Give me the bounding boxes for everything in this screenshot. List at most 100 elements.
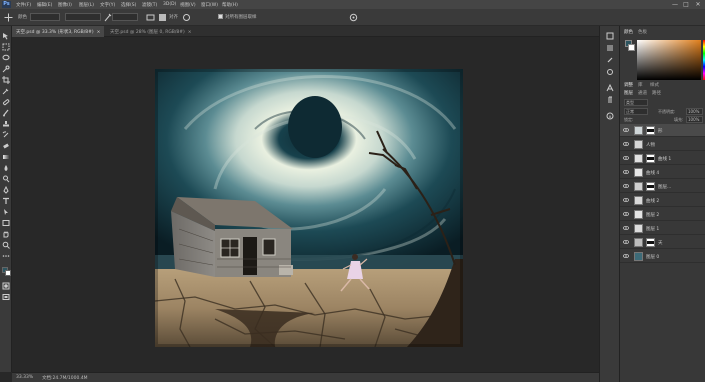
- brush-size-field[interactable]: [30, 13, 60, 21]
- layer-row[interactable]: 图层 0: [620, 250, 705, 263]
- tab-channels[interactable]: 通道: [638, 90, 647, 96]
- menu-layer[interactable]: 图层(L): [79, 2, 94, 8]
- pressure-icon[interactable]: [349, 13, 358, 22]
- layer-row[interactable]: 曲线 2: [620, 194, 705, 207]
- eyedropper-tool[interactable]: [2, 87, 10, 95]
- close-tab-icon[interactable]: ×: [97, 30, 101, 35]
- move-tool-icon[interactable]: [4, 13, 13, 22]
- visibility-eye-icon[interactable]: [623, 127, 629, 133]
- layer-thumbnail[interactable]: [634, 252, 643, 261]
- properties-panel-icon[interactable]: [606, 44, 614, 52]
- history-brush-tool[interactable]: [2, 131, 10, 139]
- clone-source-panel-icon[interactable]: [606, 68, 614, 76]
- crop-tool[interactable]: [2, 76, 10, 84]
- visibility-eye-icon[interactable]: [623, 239, 629, 245]
- marquee-tool[interactable]: [2, 43, 10, 51]
- paragraph-panel-icon[interactable]: [606, 96, 614, 104]
- aligned-icon[interactable]: [146, 13, 155, 22]
- menu-view[interactable]: 视图(V): [180, 2, 196, 8]
- visibility-eye-icon[interactable]: [623, 211, 629, 217]
- zoom-tool[interactable]: [2, 241, 10, 249]
- layer-thumbnail[interactable]: [634, 168, 643, 177]
- visibility-eye-icon[interactable]: [623, 141, 629, 147]
- visibility-eye-icon[interactable]: [623, 183, 629, 189]
- sample-all-layers-checkbox[interactable]: [218, 14, 223, 19]
- panel-background-swatch[interactable]: [628, 44, 635, 51]
- layer-thumbnail[interactable]: [634, 224, 643, 233]
- menu-type[interactable]: 文字(Y): [100, 2, 115, 8]
- visibility-eye-icon[interactable]: [623, 253, 629, 259]
- document-canvas[interactable]: [155, 69, 463, 347]
- shape-tool[interactable]: [2, 219, 10, 227]
- aligned-toggle-icon[interactable]: [158, 13, 167, 22]
- layer-thumbnail[interactable]: [634, 140, 643, 149]
- layer-row[interactable]: 天: [620, 236, 705, 249]
- minimize-button[interactable]: —: [670, 1, 680, 8]
- menu-filter[interactable]: 滤镜(T): [142, 2, 157, 8]
- close-tab-icon[interactable]: ×: [188, 30, 192, 35]
- layer-row[interactable]: 图层 2: [620, 208, 705, 221]
- menu-file[interactable]: 文件(F): [16, 2, 31, 8]
- tab-adjustments[interactable]: 调整: [624, 82, 633, 88]
- info-panel-icon[interactable]: [606, 112, 614, 120]
- opacity-field[interactable]: [112, 13, 138, 21]
- tab-layers[interactable]: 图层: [624, 90, 633, 96]
- color-picker-field[interactable]: [637, 40, 701, 80]
- history-panel-icon[interactable]: [606, 32, 614, 40]
- sample-icon[interactable]: [182, 13, 191, 22]
- layer-filter-select[interactable]: 类型: [624, 99, 648, 106]
- tab-color[interactable]: 颜色: [624, 29, 633, 35]
- visibility-eye-icon[interactable]: [623, 225, 629, 231]
- type-tool[interactable]: [2, 197, 10, 205]
- brush-tool[interactable]: [2, 109, 10, 117]
- layer-mask-thumbnail[interactable]: [646, 126, 655, 135]
- opacity-input[interactable]: 100%: [686, 108, 703, 115]
- layer-thumbnail[interactable]: [634, 126, 643, 135]
- background-color-swatch[interactable]: [5, 270, 11, 276]
- layer-thumbnail[interactable]: [634, 238, 643, 247]
- layer-thumbnail[interactable]: [634, 154, 643, 163]
- layer-row[interactable]: 图层...: [620, 180, 705, 193]
- zoom-level[interactable]: 33.33%: [16, 375, 33, 380]
- visibility-eye-icon[interactable]: [623, 155, 629, 161]
- layer-row[interactable]: 图层 1: [620, 222, 705, 235]
- menu-image[interactable]: 图像(I): [58, 2, 72, 8]
- more-tools-icon[interactable]: [2, 252, 10, 260]
- airbrush-icon[interactable]: [104, 13, 112, 22]
- layer-thumbnail[interactable]: [634, 196, 643, 205]
- layer-row[interactable]: 人物: [620, 138, 705, 151]
- document-info[interactable]: 文档:24.7M/1000.4M: [42, 375, 88, 381]
- mode-select[interactable]: [65, 13, 101, 21]
- healing-brush-tool[interactable]: [2, 98, 10, 106]
- tab-paths[interactable]: 路径: [652, 90, 661, 96]
- layer-row[interactable]: 曲线 1: [620, 152, 705, 165]
- pen-tool[interactable]: [2, 186, 10, 194]
- blend-mode-select[interactable]: 正常: [624, 108, 648, 115]
- hand-tool[interactable]: [2, 230, 10, 238]
- menu-edit[interactable]: 编辑(E): [37, 2, 52, 8]
- gradient-tool[interactable]: [2, 153, 10, 161]
- blur-tool[interactable]: [2, 164, 10, 172]
- move-tool[interactable]: [2, 32, 10, 40]
- visibility-eye-icon[interactable]: [623, 197, 629, 203]
- screen-mode-icon[interactable]: [2, 293, 10, 301]
- tab-document-2[interactable]: 天空.psd @ 28% (图层 0, RGB/8#) ×: [106, 26, 196, 37]
- path-selection-tool[interactable]: [2, 208, 10, 216]
- layer-row[interactable]: 曲线 4: [620, 166, 705, 179]
- quick-mask-icon[interactable]: [2, 282, 10, 290]
- quick-select-tool[interactable]: [2, 65, 10, 73]
- menu-3d[interactable]: 3D(D): [163, 2, 176, 7]
- layer-mask-thumbnail[interactable]: [646, 182, 655, 191]
- dodge-tool[interactable]: [2, 175, 10, 183]
- eraser-tool[interactable]: [2, 142, 10, 150]
- lasso-tool[interactable]: [2, 54, 10, 62]
- tab-libraries[interactable]: 库: [638, 82, 643, 88]
- tab-document-1[interactable]: 天空.psd @ 33.3% (形状3, RGB/8#) ×: [12, 26, 105, 37]
- visibility-eye-icon[interactable]: [623, 169, 629, 175]
- layer-thumbnail[interactable]: [634, 210, 643, 219]
- tab-swatches[interactable]: 色板: [638, 29, 647, 35]
- menu-window[interactable]: 窗口(W): [201, 2, 218, 8]
- layer-mask-thumbnail[interactable]: [646, 154, 655, 163]
- layer-mask-thumbnail[interactable]: [646, 238, 655, 247]
- character-panel-icon[interactable]: [606, 84, 614, 92]
